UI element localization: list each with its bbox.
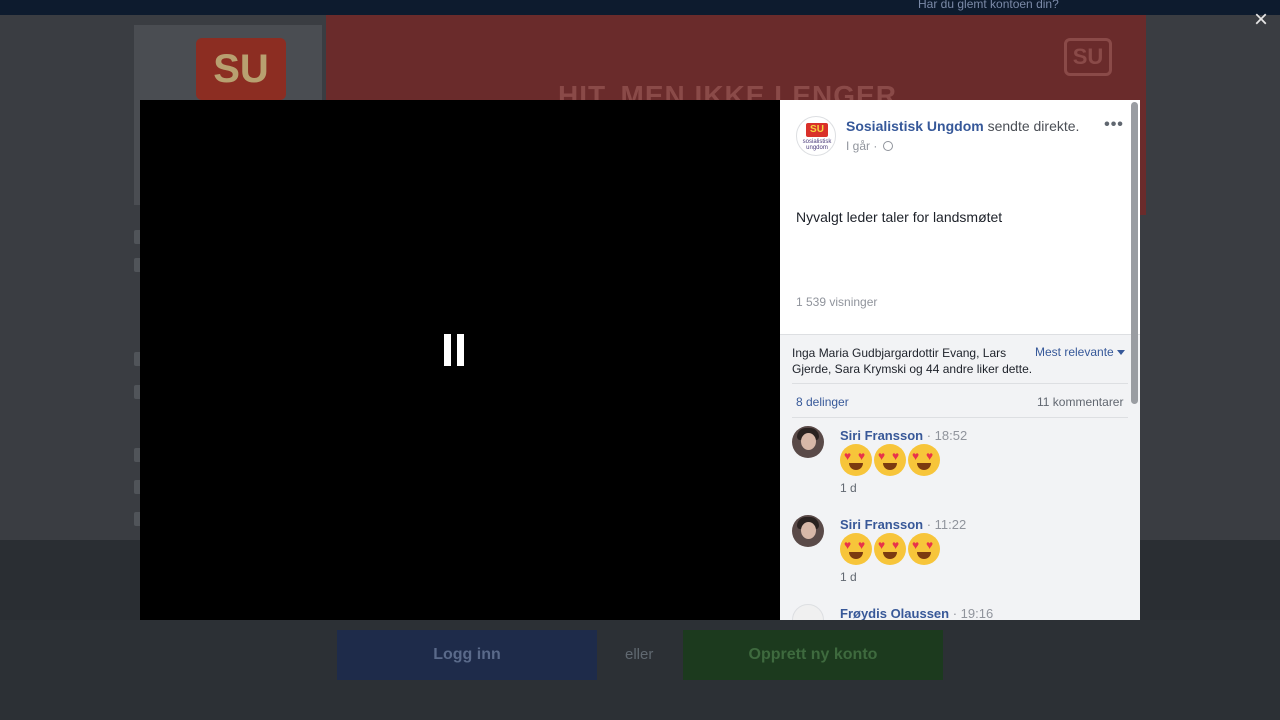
create-account-button[interactable]: Opprett ny konto: [683, 630, 943, 680]
commenter-avatar[interactable]: [792, 604, 824, 620]
cover-logo: SU: [1064, 38, 1112, 76]
heart-eyes-emoji-icon: ♥ ♥: [840, 444, 872, 476]
page-name-link[interactable]: Sosialistisk Ungdom sendte direkte.: [846, 118, 1079, 134]
comment-item: Siri Fransson · 11:22 ♥ ♥ ♥ ♥ ♥ ♥ 1 d: [792, 515, 1128, 595]
divider: [792, 417, 1128, 418]
heart-eyes-emoji-icon: ♥ ♥: [874, 444, 906, 476]
comment-author-line: Frøydis Olaussen · 19:16: [840, 606, 993, 620]
comment-author[interactable]: Siri Fransson: [840, 517, 923, 532]
profile-logo: SU: [196, 38, 286, 100]
comment-author[interactable]: Frøydis Olaussen: [840, 606, 949, 620]
comment-time: · 19:16: [952, 606, 994, 620]
heart-eyes-emoji-icon: ♥ ♥: [908, 444, 940, 476]
post-meta: I går ·: [846, 139, 893, 153]
comment-age[interactable]: 1 d: [840, 570, 857, 584]
heart-eyes-emoji-icon: ♥ ♥: [908, 533, 940, 565]
post-header-section: SU sosialistisk ungdom Sosialistisk Ungd…: [780, 100, 1140, 334]
post-side-panel: SU sosialistisk ungdom Sosialistisk Ungd…: [780, 100, 1140, 620]
background-topbar: Har du glemt kontoen din?: [0, 0, 1280, 15]
commenter-avatar[interactable]: [792, 515, 824, 547]
divider: [792, 383, 1128, 384]
post-time[interactable]: I går: [846, 139, 870, 153]
comment-sort-dropdown[interactable]: Mest relevante: [1035, 345, 1125, 359]
login-button[interactable]: Logg inn: [337, 630, 597, 680]
comment-author-line: Siri Fransson · 11:22: [840, 517, 966, 532]
pause-icon[interactable]: [444, 334, 464, 366]
page-avatar[interactable]: SU sosialistisk ungdom: [796, 116, 836, 156]
comment-time: · 18:52: [926, 428, 968, 443]
comment-author[interactable]: Siri Fransson: [840, 428, 923, 443]
or-label: eller: [625, 646, 654, 663]
globe-icon: [882, 141, 893, 151]
likes-summary[interactable]: Inga Maria Gudbjargardottir Evang, Lars …: [792, 345, 1037, 377]
heart-eyes-emoji-icon: ♥ ♥: [874, 533, 906, 565]
page-avatar-logo: SU: [806, 123, 828, 137]
comment-emoji-content: ♥ ♥ ♥ ♥ ♥ ♥: [840, 533, 940, 567]
comments-count-link[interactable]: 11 kommentarer: [1037, 395, 1123, 409]
post-action-text: sendte direkte.: [987, 118, 1080, 134]
view-count: 1 539 visninger: [796, 295, 878, 309]
login-bar: [0, 620, 1280, 720]
post-text: Nyvalgt leder taler for landsmøtet: [796, 209, 1003, 225]
comment-time: · 11:22: [926, 517, 967, 532]
video-player[interactable]: [140, 100, 780, 620]
page-name[interactable]: Sosialistisk Ungdom: [846, 118, 984, 134]
more-options-icon[interactable]: •••: [1104, 116, 1124, 136]
shares-link[interactable]: 8 delinger: [796, 395, 849, 409]
feedback-section: Inga Maria Gudbjargardottir Evang, Lars …: [780, 334, 1140, 620]
commenter-avatar[interactable]: [792, 426, 824, 458]
comment-emoji-content: ♥ ♥ ♥ ♥ ♥ ♥: [840, 444, 940, 478]
comment-author-line: Siri Fransson · 18:52: [840, 428, 967, 443]
comment-item: Siri Fransson · 18:52 ♥ ♥ ♥ ♥ ♥ ♥ 1 d: [792, 426, 1128, 506]
comment-item: Frøydis Olaussen · 19:16: [792, 604, 1128, 620]
page-avatar-caption: sosialistisk ungdom: [802, 139, 832, 151]
panel-scrollbar[interactable]: [1131, 102, 1138, 404]
forgot-account-link[interactable]: Har du glemt kontoen din?: [918, 0, 1059, 11]
close-icon[interactable]: ×: [1250, 8, 1272, 32]
comment-sort-label[interactable]: Mest relevante: [1035, 345, 1114, 359]
comment-age[interactable]: 1 d: [840, 481, 857, 495]
caret-down-icon: [1116, 350, 1125, 355]
heart-eyes-emoji-icon: ♥ ♥: [840, 533, 872, 565]
